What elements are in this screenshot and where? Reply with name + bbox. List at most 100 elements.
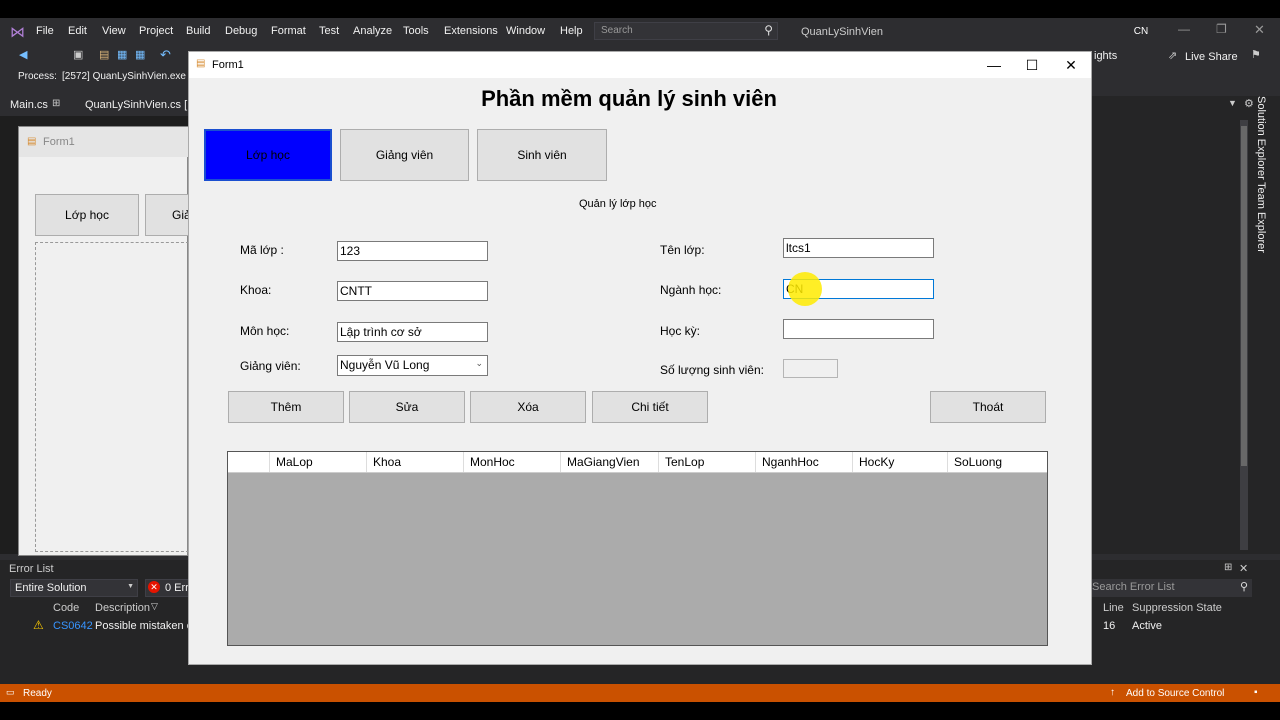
open-icon[interactable]: ▤ — [99, 48, 109, 61]
form-icon: ▤ — [196, 58, 206, 69]
chi-tiet-button[interactable]: Chi tiết — [592, 391, 708, 423]
maximize-icon[interactable]: ☐ — [1013, 52, 1051, 78]
col-header-khoa[interactable]: Khoa — [367, 452, 464, 472]
col-code[interactable]: Code — [53, 602, 79, 614]
error-state[interactable]: Active — [1132, 620, 1162, 632]
feedback-icon[interactable]: ⚑ — [1251, 48, 1261, 61]
error-code-link[interactable]: CS0642 — [53, 620, 93, 632]
error-description[interactable]: Possible mistaken em — [95, 620, 202, 632]
ma-lop-input[interactable]: 123 — [337, 241, 488, 261]
save-all-icon[interactable]: ▦ — [135, 48, 145, 61]
add-to-source-control[interactable]: Add to Source Control — [1126, 688, 1224, 699]
close-icon[interactable]: ✕ — [1254, 22, 1265, 38]
chevron-down-icon: ▼ — [127, 583, 134, 590]
dropdown-icon[interactable]: ▼ — [1228, 98, 1237, 108]
minimize-icon[interactable]: — — [975, 52, 1013, 78]
menu-test[interactable]: Test — [319, 25, 339, 37]
mon-hoc-input[interactable]: Lập trình cơ sở — [337, 322, 488, 342]
tab-solution-explorer[interactable]: Solution Explorer — [1255, 96, 1267, 180]
close-icon[interactable]: ✕ — [1052, 52, 1090, 78]
col-description[interactable]: Description — [95, 602, 150, 614]
menu-build[interactable]: Build — [186, 25, 210, 37]
close-icon[interactable]: ✕ — [1239, 562, 1248, 575]
menu-extensions[interactable]: Extensions — [444, 25, 498, 37]
gear-icon[interactable]: ⚙ — [1244, 97, 1254, 110]
form1-window: ▤ Form1 — ☐ ✕ Phần mềm quản lý sinh viên… — [188, 51, 1092, 665]
vs-search-input[interactable]: Search ⚲ — [594, 22, 778, 40]
back-icon[interactable]: ◀ — [19, 48, 27, 61]
scope-select[interactable]: Entire Solution ▼ — [10, 579, 138, 597]
document-tabs: Main.cs ⊞ QuanLySinhVien.cs [Des — [0, 96, 207, 114]
nganh-hoc-input[interactable]: CN — [783, 272, 934, 306]
xoa-button[interactable]: Xóa — [470, 391, 586, 423]
menu-view[interactable]: View — [102, 25, 126, 37]
pin-icon[interactable]: ⊞ — [52, 98, 60, 109]
filter-icon[interactable]: ▽ — [151, 601, 158, 612]
source-control-icon: ↑ — [1110, 687, 1115, 698]
right-panel: ▼ ⚙ Solution Explorer Team Explorer — [1092, 96, 1280, 554]
nav-sinh-vien-button[interactable]: Sinh viên — [477, 129, 607, 181]
menu-help[interactable]: Help — [560, 25, 583, 37]
error-search-placeholder: Search Error List — [1092, 581, 1175, 593]
col-header-malop[interactable]: MaLop — [270, 452, 367, 472]
col-header-monhoc[interactable]: MonHoc — [464, 452, 561, 472]
col-header-hocky[interactable]: HocKy — [853, 452, 948, 472]
menu-project[interactable]: Project — [139, 25, 173, 37]
them-button[interactable]: Thêm — [228, 391, 344, 423]
menu-window[interactable]: Window — [506, 25, 545, 37]
menu-analyze[interactable]: Analyze — [353, 25, 392, 37]
nav-sinh-vien-label: Sinh viên — [517, 148, 567, 162]
designer-form[interactable]: ▤ Form1 Lớp học Giả — [18, 126, 191, 556]
undo-icon[interactable]: ↶ — [160, 47, 171, 63]
giang-vien-select[interactable]: Nguyễn Vũ Long ⌄ — [337, 355, 488, 376]
so-luong-input — [783, 359, 838, 378]
search-icon: ⚲ — [1239, 581, 1248, 593]
app-title: Phần mềm quản lý sinh viên — [481, 86, 777, 111]
status-ready: Ready — [23, 688, 52, 699]
restore-icon[interactable]: ❐ — [1216, 22, 1227, 36]
bell-icon[interactable]: ▪ — [1254, 687, 1258, 698]
scrollbar-thumb[interactable] — [1241, 126, 1247, 466]
ten-lop-input[interactable]: ltcs1 — [783, 238, 934, 258]
mon-hoc-label: Môn học: — [240, 324, 290, 338]
col-header-soluong[interactable]: SoLuong — [948, 452, 1047, 472]
save-icon[interactable]: ▦ — [117, 48, 127, 61]
menu-edit[interactable]: Edit — [68, 25, 87, 37]
nav-giang-vien-button[interactable]: Giảng viên — [340, 129, 469, 181]
new-project-icon[interactable]: ▣ — [73, 48, 83, 61]
col-header-magiangvien[interactable]: MaGiangVien — [561, 452, 659, 472]
sua-button[interactable]: Sửa — [349, 391, 465, 423]
khoa-input[interactable]: CNTT — [337, 281, 488, 301]
menu-tools[interactable]: Tools — [403, 25, 429, 37]
user-avatar[interactable]: CN — [1131, 23, 1151, 41]
col-header-tenlop[interactable]: TenLop — [659, 452, 756, 472]
menu-format[interactable]: Format — [271, 25, 306, 37]
col-header-nganhhoc[interactable]: NganhHoc — [756, 452, 853, 472]
vs-logo-icon: ⋈ — [10, 24, 25, 41]
status-icon: ▭ — [6, 687, 15, 697]
pin-icon[interactable]: ⊞ — [1224, 562, 1232, 573]
col-line[interactable]: Line — [1103, 602, 1124, 614]
nav-lop-hoc-button[interactable]: Lớp học — [204, 129, 332, 181]
menu-debug[interactable]: Debug — [225, 25, 257, 37]
live-share-button[interactable]: Live Share — [1185, 51, 1238, 63]
errors-filter-button[interactable]: ✕ 0 Erro — [145, 579, 189, 597]
designer-btn-giang-vien[interactable]: Giả — [145, 194, 191, 236]
form1-title: Form1 — [212, 59, 244, 71]
process-select[interactable]: [2572] QuanLySinhVien.exe — [62, 71, 186, 82]
insights-label[interactable]: ights — [1094, 50, 1117, 62]
tab-team-explorer[interactable]: Team Explorer — [1255, 182, 1267, 253]
error-line[interactable]: 16 — [1103, 620, 1115, 632]
col-suppression[interactable]: Suppression State — [1132, 602, 1222, 614]
error-search-input[interactable]: Search Error List ⚲ — [1092, 579, 1252, 597]
warning-icon: ⚠ — [33, 618, 44, 632]
lop-hoc-grid[interactable]: MaLop Khoa MonHoc MaGiangVien TenLop Nga… — [227, 451, 1048, 646]
tab-main-cs[interactable]: Main.cs — [10, 99, 48, 111]
thoat-button[interactable]: Thoát — [930, 391, 1046, 423]
minimize-icon[interactable]: — — [1178, 22, 1190, 36]
designer-panel[interactable] — [35, 242, 189, 552]
statusbar: ▭ Ready ↑ Add to Source Control ▪ — [0, 684, 1280, 702]
hoc-ky-input[interactable] — [783, 319, 934, 339]
menu-file[interactable]: File — [36, 25, 54, 37]
designer-btn-lop-hoc[interactable]: Lớp học — [35, 194, 139, 236]
